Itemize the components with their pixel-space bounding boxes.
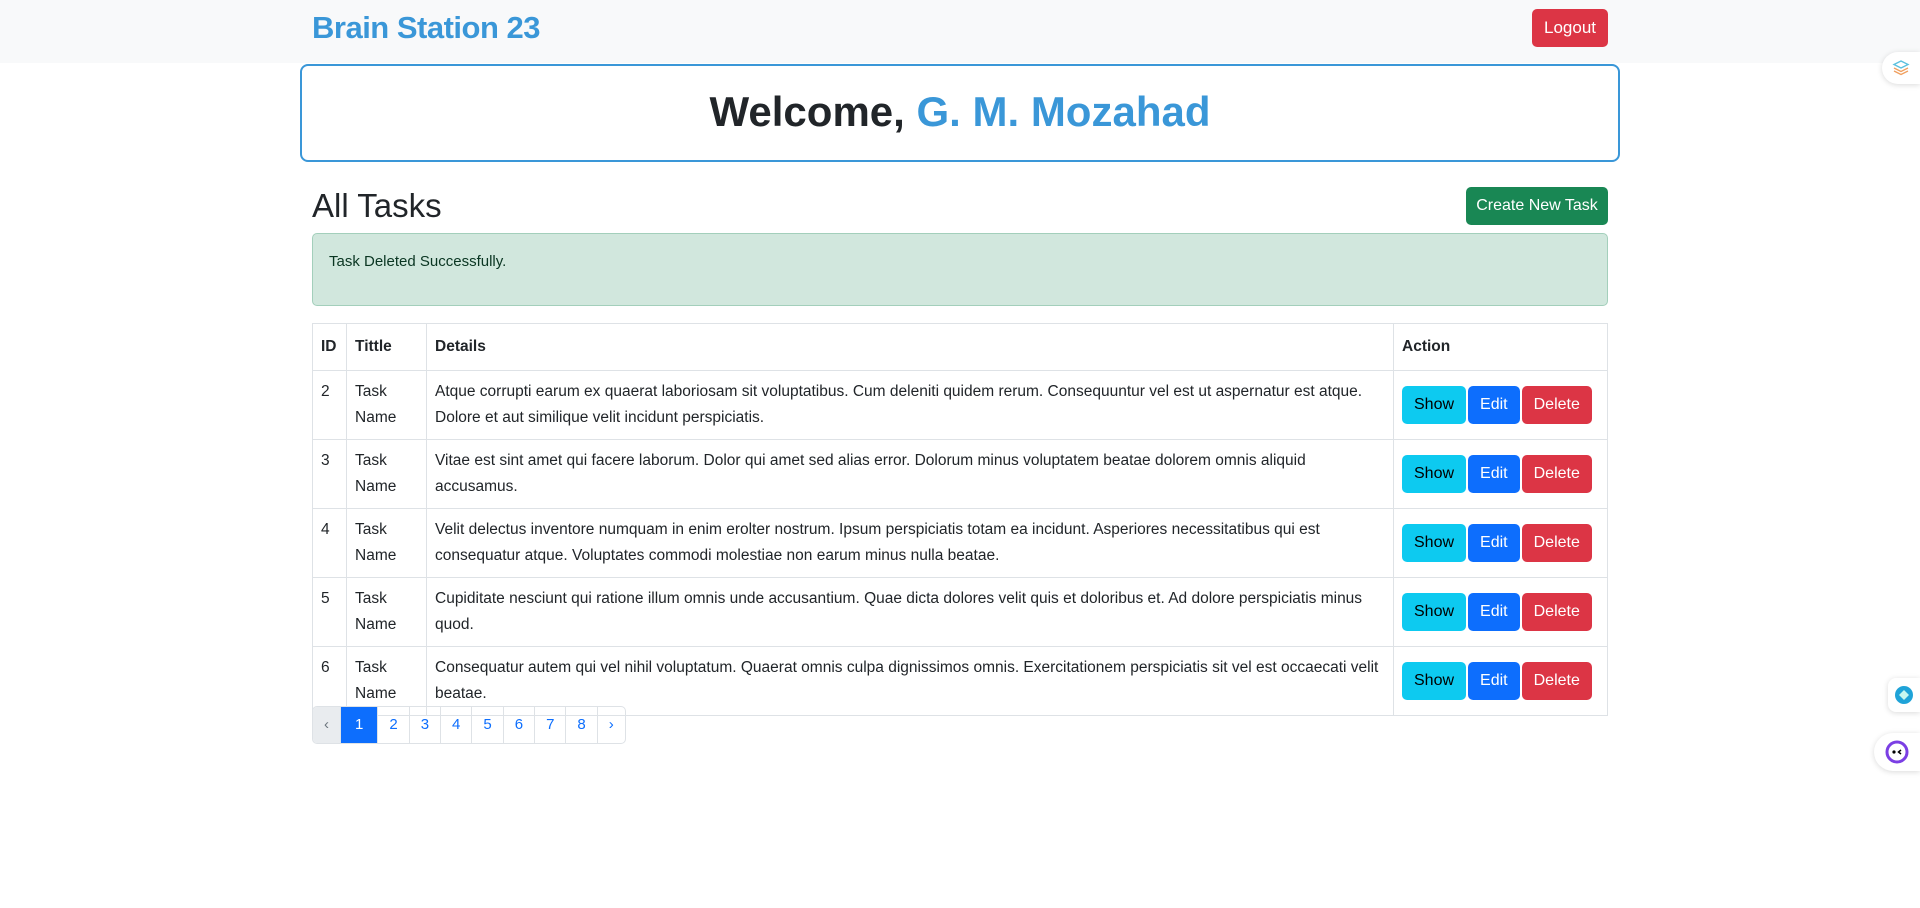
edit-button[interactable]: Edit (1468, 662, 1520, 700)
task-title: Task Name (346, 508, 427, 578)
pagination-page-1[interactable]: 1 (340, 707, 378, 743)
table-row: 5 Task Name Cupiditate nesciunt qui rati… (312, 577, 1608, 647)
header-details: Details (426, 323, 1394, 371)
navbar: Brain Station 23 Logout (0, 0, 1920, 63)
pagination: ‹ 1 2 3 4 5 6 7 8 › (312, 706, 626, 744)
extension-layers-icon[interactable] (1882, 52, 1920, 84)
success-alert: Task Deleted Successfully. (312, 233, 1608, 306)
show-button[interactable]: Show (1402, 524, 1467, 562)
pagination-page-5[interactable]: 5 (471, 707, 502, 743)
task-actions: Show Edit Delete (1393, 646, 1608, 716)
pagination-next[interactable]: › (596, 707, 625, 743)
show-button[interactable]: Show (1402, 455, 1467, 493)
pagination-page-2[interactable]: 2 (377, 707, 408, 743)
tasks-table: ID Tittle Details Action 2 Task Name Atq… (312, 323, 1608, 716)
task-actions: Show Edit Delete (1393, 439, 1608, 509)
task-details: Cupiditate nesciunt qui ratione illum om… (426, 577, 1394, 647)
logout-button[interactable]: Logout (1532, 9, 1608, 47)
user-name: G. M. Mozahad (916, 88, 1211, 135)
task-title: Task Name (346, 577, 427, 647)
pagination-prev[interactable]: ‹ (313, 707, 340, 743)
delete-button[interactable]: Delete (1521, 593, 1592, 631)
task-id: 5 (312, 577, 347, 647)
brand-logo[interactable]: Brain Station 23 (312, 10, 541, 46)
task-details: Atque corrupti earum ex quaerat laborios… (426, 370, 1394, 440)
delete-button[interactable]: Delete (1521, 386, 1592, 424)
edit-button[interactable]: Edit (1468, 455, 1520, 493)
header-title: Tittle (346, 323, 427, 371)
pagination-page-3[interactable]: 3 (408, 707, 440, 743)
edit-button[interactable]: Edit (1468, 386, 1520, 424)
header-id: ID (312, 323, 347, 371)
page-title: All Tasks (312, 187, 442, 224)
task-details: Vitae est sint amet qui facere laborum. … (426, 439, 1394, 509)
welcome-prefix: Welcome, (709, 88, 917, 135)
pagination-page-7[interactable]: 7 (534, 707, 565, 743)
pagination-page-4[interactable]: 4 (440, 707, 471, 743)
show-button[interactable]: Show (1402, 593, 1467, 631)
edit-button[interactable]: Edit (1468, 524, 1520, 562)
header-action: Action (1393, 323, 1608, 371)
table-row: 4 Task Name Velit delectus inventore num… (312, 508, 1608, 578)
show-button[interactable]: Show (1402, 386, 1467, 424)
task-actions: Show Edit Delete (1393, 508, 1608, 578)
task-actions: Show Edit Delete (1393, 577, 1608, 647)
task-title: Task Name (346, 370, 427, 440)
create-task-button[interactable]: Create New Task (1466, 187, 1608, 225)
table-row: 3 Task Name Vitae est sint amet qui face… (312, 439, 1608, 509)
task-id: 4 (312, 508, 347, 578)
assistant-bot-icon[interactable] (1874, 733, 1920, 771)
edit-button[interactable]: Edit (1468, 593, 1520, 631)
delete-button[interactable]: Delete (1521, 662, 1592, 700)
welcome-banner: Welcome, G. M. Mozahad (300, 64, 1620, 162)
task-actions: Show Edit Delete (1393, 370, 1608, 440)
task-id: 2 (312, 370, 347, 440)
task-id: 3 (312, 439, 347, 509)
delete-button[interactable]: Delete (1521, 455, 1592, 493)
pagination-page-6[interactable]: 6 (502, 707, 534, 743)
table-row: 2 Task Name Atque corrupti earum ex quae… (312, 370, 1608, 440)
task-details: Velit delectus inventore numquam in enim… (426, 508, 1394, 578)
task-title: Task Name (346, 439, 427, 509)
pagination-page-8[interactable]: 8 (565, 707, 596, 743)
extension-diamond-icon[interactable] (1888, 678, 1920, 712)
delete-button[interactable]: Delete (1521, 524, 1592, 562)
show-button[interactable]: Show (1402, 662, 1467, 700)
